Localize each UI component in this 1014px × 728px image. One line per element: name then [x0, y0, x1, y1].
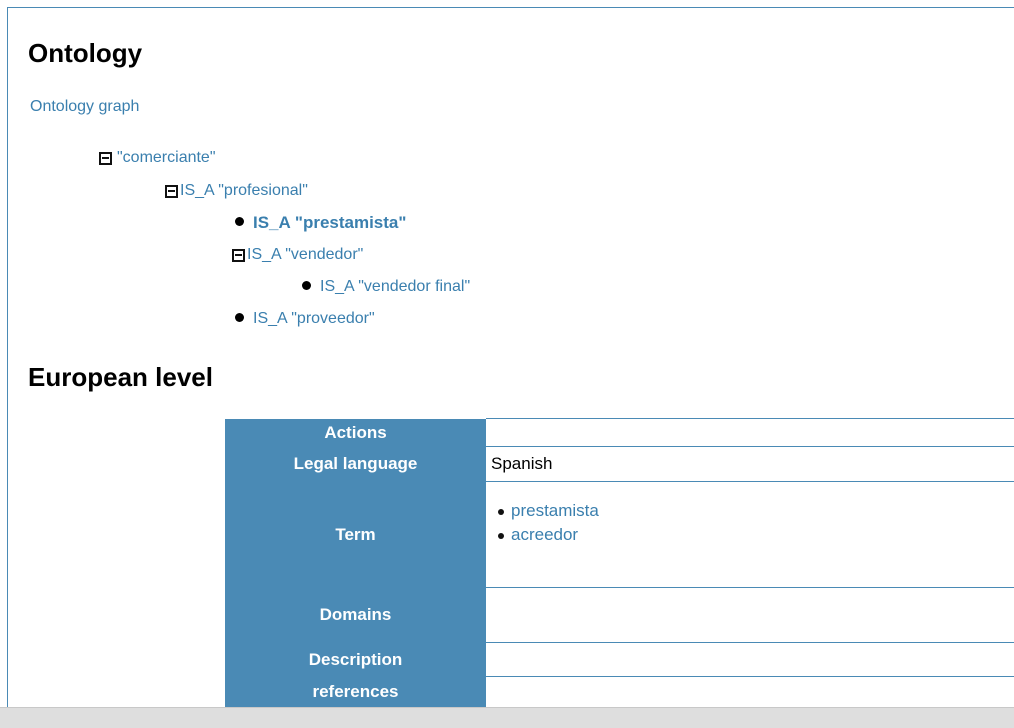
row-actions: Actions	[225, 418, 1014, 447]
ontology-title: Ontology	[28, 38, 143, 68]
horizontal-scrollbar[interactable]	[0, 707, 1014, 728]
row-description: Description	[225, 642, 1014, 677]
term-details-table: Actions Legal language Spanish Term pres…	[225, 418, 1014, 708]
tree-node-label[interactable]: IS_A "prestamista"	[253, 213, 406, 233]
row-label: Domains	[225, 587, 486, 643]
tree-node-proveedor[interactable]: IS_A "proveedor"	[235, 309, 375, 329]
bullet-icon	[302, 280, 311, 290]
list-item: prestamista	[491, 499, 1014, 523]
description-value	[486, 642, 1014, 677]
term-link-acreedor[interactable]: acreedor	[511, 525, 578, 544]
tree-node-label[interactable]: IS_A "profesional"	[180, 181, 308, 201]
domains-value	[486, 587, 1014, 643]
tree-node-label[interactable]: IS_A "vendedor final"	[320, 277, 470, 297]
row-references: references	[225, 676, 1014, 708]
term-link-prestamista[interactable]: prestamista	[511, 501, 599, 520]
collapse-icon[interactable]	[99, 151, 112, 165]
term-list: prestamista acreedor	[491, 499, 1014, 547]
row-term: Term prestamista acreedor	[225, 481, 1014, 588]
tree-node-comerciante[interactable]: "comerciante"	[99, 148, 216, 168]
row-domains: Domains	[225, 587, 1014, 643]
tree-node-prestamista[interactable]: IS_A "prestamista"	[235, 213, 406, 233]
bullet-icon	[235, 216, 244, 226]
actions-cell	[486, 418, 1014, 447]
row-label: Legal language	[225, 446, 486, 482]
european-level-title: European level	[28, 362, 213, 392]
collapse-icon[interactable]	[165, 184, 178, 198]
row-label: Term	[225, 481, 486, 588]
tree-node-label[interactable]: "comerciante"	[117, 148, 216, 168]
list-item: acreedor	[491, 523, 1014, 547]
bullet-icon	[235, 312, 244, 322]
tree-node-label[interactable]: IS_A "proveedor"	[253, 309, 375, 329]
row-legal-language: Legal language Spanish	[225, 446, 1014, 482]
term-value: prestamista acreedor	[486, 481, 1014, 588]
row-label: references	[225, 676, 486, 708]
legal-language-value: Spanish	[486, 446, 1014, 482]
references-value	[486, 676, 1014, 708]
collapse-icon[interactable]	[232, 248, 245, 262]
tree-node-vendedor[interactable]: IS_A "vendedor"	[232, 245, 363, 265]
row-label: Description	[225, 642, 486, 677]
tree-node-profesional[interactable]: IS_A "profesional"	[165, 181, 308, 201]
ontology-graph-link[interactable]: Ontology graph	[30, 97, 139, 117]
tree-node-label[interactable]: IS_A "vendedor"	[247, 245, 363, 265]
row-label: Actions	[225, 418, 486, 447]
tree-node-vendedor-final[interactable]: IS_A "vendedor final"	[302, 277, 470, 297]
